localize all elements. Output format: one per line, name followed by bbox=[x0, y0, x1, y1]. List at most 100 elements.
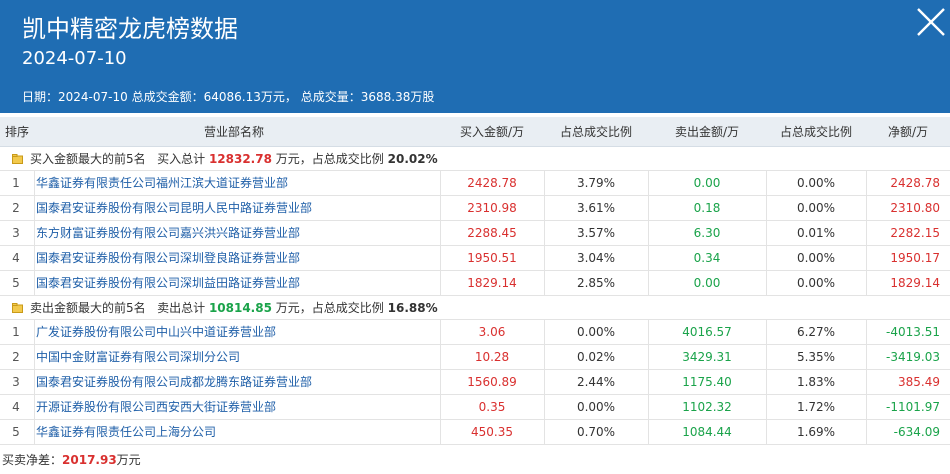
column-divider bbox=[34, 196, 35, 221]
column-divider bbox=[34, 370, 35, 395]
column-divider bbox=[440, 395, 441, 420]
branch-link[interactable]: 广发证券股份有限公司中山兴中道证券营业部 bbox=[36, 320, 436, 345]
buy-total-value: 12832.78 bbox=[208, 152, 272, 166]
buy-amount: 2428.78 bbox=[467, 176, 517, 190]
buy-pct: 2.44% bbox=[576, 375, 616, 389]
column-divider bbox=[544, 171, 545, 196]
summary-date: 2024-07-10 bbox=[58, 90, 128, 104]
sell-amount: 6.30 bbox=[693, 226, 721, 240]
col-rank: 排序 bbox=[4, 125, 29, 139]
column-divider bbox=[34, 171, 35, 196]
net-difference-unit: 万元 bbox=[116, 453, 141, 467]
column-divider bbox=[34, 320, 35, 345]
branch-link[interactable]: 东方财富证券股份有限公司嘉兴洪兴路证券营业部 bbox=[36, 221, 436, 246]
sell-amount: 4016.57 bbox=[682, 325, 732, 339]
branch-link[interactable]: 国泰君安证券股份有限公司昆明人民中路证券营业部 bbox=[36, 196, 436, 221]
column-divider bbox=[866, 420, 867, 445]
branch-link[interactable]: 国泰君安证券股份有限公司成都龙腾东路证券营业部 bbox=[36, 370, 436, 395]
column-divider bbox=[648, 271, 649, 296]
net-amount: 2310.80 bbox=[890, 201, 940, 215]
branch-link[interactable]: 中国中金财富证券有限公司深圳分公司 bbox=[36, 345, 436, 370]
sell-pct: 6.27% bbox=[796, 325, 836, 339]
col-sell-pct: 占总成交比例 bbox=[779, 125, 852, 139]
row-rank: 4 bbox=[12, 400, 20, 414]
branch-link[interactable]: 国泰君安证券股份有限公司深圳益田路证券营业部 bbox=[36, 271, 436, 296]
column-divider bbox=[544, 395, 545, 420]
sell-total-value: 10814.85 bbox=[208, 301, 272, 315]
table-row: 2 中国中金财富证券有限公司深圳分公司 10.28 0.02% 3429.31 … bbox=[0, 345, 950, 370]
header-panel: 凯中精密龙虎榜数据 2024-07-10 日期：2024-07-10 总成交金额… bbox=[0, 0, 950, 113]
row-rank: 4 bbox=[12, 251, 20, 265]
sell-group-header: 卖出金额最大的前5名 卖出总计 10814.85 万元，占总成交比例 16.88… bbox=[0, 296, 950, 320]
col-buy-amount: 买入金额/万 bbox=[459, 125, 525, 139]
column-divider bbox=[648, 171, 649, 196]
net-amount: -634.09 bbox=[893, 425, 940, 439]
sell-amount: 0.00 bbox=[693, 176, 721, 190]
page-title: 凯中精密龙虎榜数据 bbox=[22, 15, 238, 43]
column-divider bbox=[648, 345, 649, 370]
column-divider bbox=[34, 395, 35, 420]
buy-amount: 2310.98 bbox=[467, 201, 517, 215]
column-divider bbox=[648, 196, 649, 221]
sell-group-label: 卖出金额最大的前5名 bbox=[30, 301, 146, 315]
buy-total-unit: 万元，占总成交比例 bbox=[275, 152, 384, 166]
net-difference: 买卖净差：2017.93万元 bbox=[2, 450, 141, 470]
column-divider bbox=[440, 246, 441, 271]
column-divider bbox=[544, 271, 545, 296]
sell-total-label: 卖出总计 bbox=[157, 301, 206, 315]
column-divider bbox=[648, 420, 649, 445]
sell-amount: 1102.32 bbox=[682, 400, 732, 414]
table-row: 4 国泰君安证券股份有限公司深圳登良路证券营业部 1950.51 3.04% 0… bbox=[0, 246, 950, 271]
column-divider bbox=[544, 246, 545, 271]
buy-amount: 1829.14 bbox=[467, 276, 517, 290]
column-divider bbox=[766, 221, 767, 246]
buy-amount: 1950.51 bbox=[467, 251, 517, 265]
close-button[interactable] bbox=[915, 6, 947, 38]
table-header: 排序 营业部名称 买入金额/万 占总成交比例 卖出金额/万 占总成交比例 净额/… bbox=[0, 117, 950, 147]
buy-pct: 0.70% bbox=[576, 425, 616, 439]
column-divider bbox=[544, 221, 545, 246]
sell-amount: 1084.44 bbox=[682, 425, 732, 439]
column-divider bbox=[766, 420, 767, 445]
column-divider bbox=[544, 370, 545, 395]
table-row: 3 东方财富证券股份有限公司嘉兴洪兴路证券营业部 2288.45 3.57% 6… bbox=[0, 221, 950, 246]
table-row: 5 国泰君安证券股份有限公司深圳益田路证券营业部 1829.14 2.85% 0… bbox=[0, 271, 950, 296]
table-row: 4 开源证券股份有限公司西安西大街证券营业部 0.35 0.00% 1102.3… bbox=[0, 395, 950, 420]
sell-amount: 0.00 bbox=[693, 276, 721, 290]
folder-icon bbox=[12, 154, 23, 164]
row-rank: 1 bbox=[12, 176, 20, 190]
column-divider bbox=[766, 246, 767, 271]
sell-pct: 0.00% bbox=[796, 201, 836, 215]
table-row: 3 国泰君安证券股份有限公司成都龙腾东路证券营业部 1560.89 2.44% … bbox=[0, 370, 950, 395]
column-divider bbox=[544, 345, 545, 370]
table-row: 1 华鑫证券有限责任公司福州江滨大道证券营业部 2428.78 3.79% 0.… bbox=[0, 171, 950, 196]
branch-link[interactable]: 华鑫证券有限责任公司上海分公司 bbox=[36, 420, 436, 445]
column-divider bbox=[766, 320, 767, 345]
net-difference-label: 买卖净差： bbox=[2, 453, 63, 467]
net-amount: 1950.17 bbox=[890, 251, 940, 265]
branch-link[interactable]: 国泰君安证券股份有限公司深圳登良路证券营业部 bbox=[36, 246, 436, 271]
sell-amount: 0.34 bbox=[693, 251, 721, 265]
row-rank: 5 bbox=[12, 276, 20, 290]
row-rank: 3 bbox=[12, 375, 20, 389]
buy-total-pct: 20.02% bbox=[387, 152, 438, 166]
sell-pct: 5.35% bbox=[796, 350, 836, 364]
row-rank: 2 bbox=[12, 350, 20, 364]
page-date: 2024-07-10 bbox=[22, 48, 127, 69]
branch-link[interactable]: 华鑫证券有限责任公司福州江滨大道证券营业部 bbox=[36, 171, 436, 196]
column-divider bbox=[648, 370, 649, 395]
sell-pct: 0.01% bbox=[796, 226, 836, 240]
branch-link[interactable]: 开源证券股份有限公司西安西大街证券营业部 bbox=[36, 395, 436, 420]
column-divider bbox=[34, 271, 35, 296]
column-divider bbox=[766, 395, 767, 420]
column-divider bbox=[866, 171, 867, 196]
column-divider bbox=[34, 246, 35, 271]
col-net: 净额/万 bbox=[887, 125, 929, 139]
col-branch-name: 营业部名称 bbox=[203, 125, 264, 139]
column-divider bbox=[866, 246, 867, 271]
column-divider bbox=[766, 370, 767, 395]
col-sell-amount: 卖出金额/万 bbox=[674, 125, 740, 139]
buy-pct: 2.85% bbox=[576, 276, 616, 290]
column-divider bbox=[648, 221, 649, 246]
buy-amount: 1560.89 bbox=[467, 375, 517, 389]
